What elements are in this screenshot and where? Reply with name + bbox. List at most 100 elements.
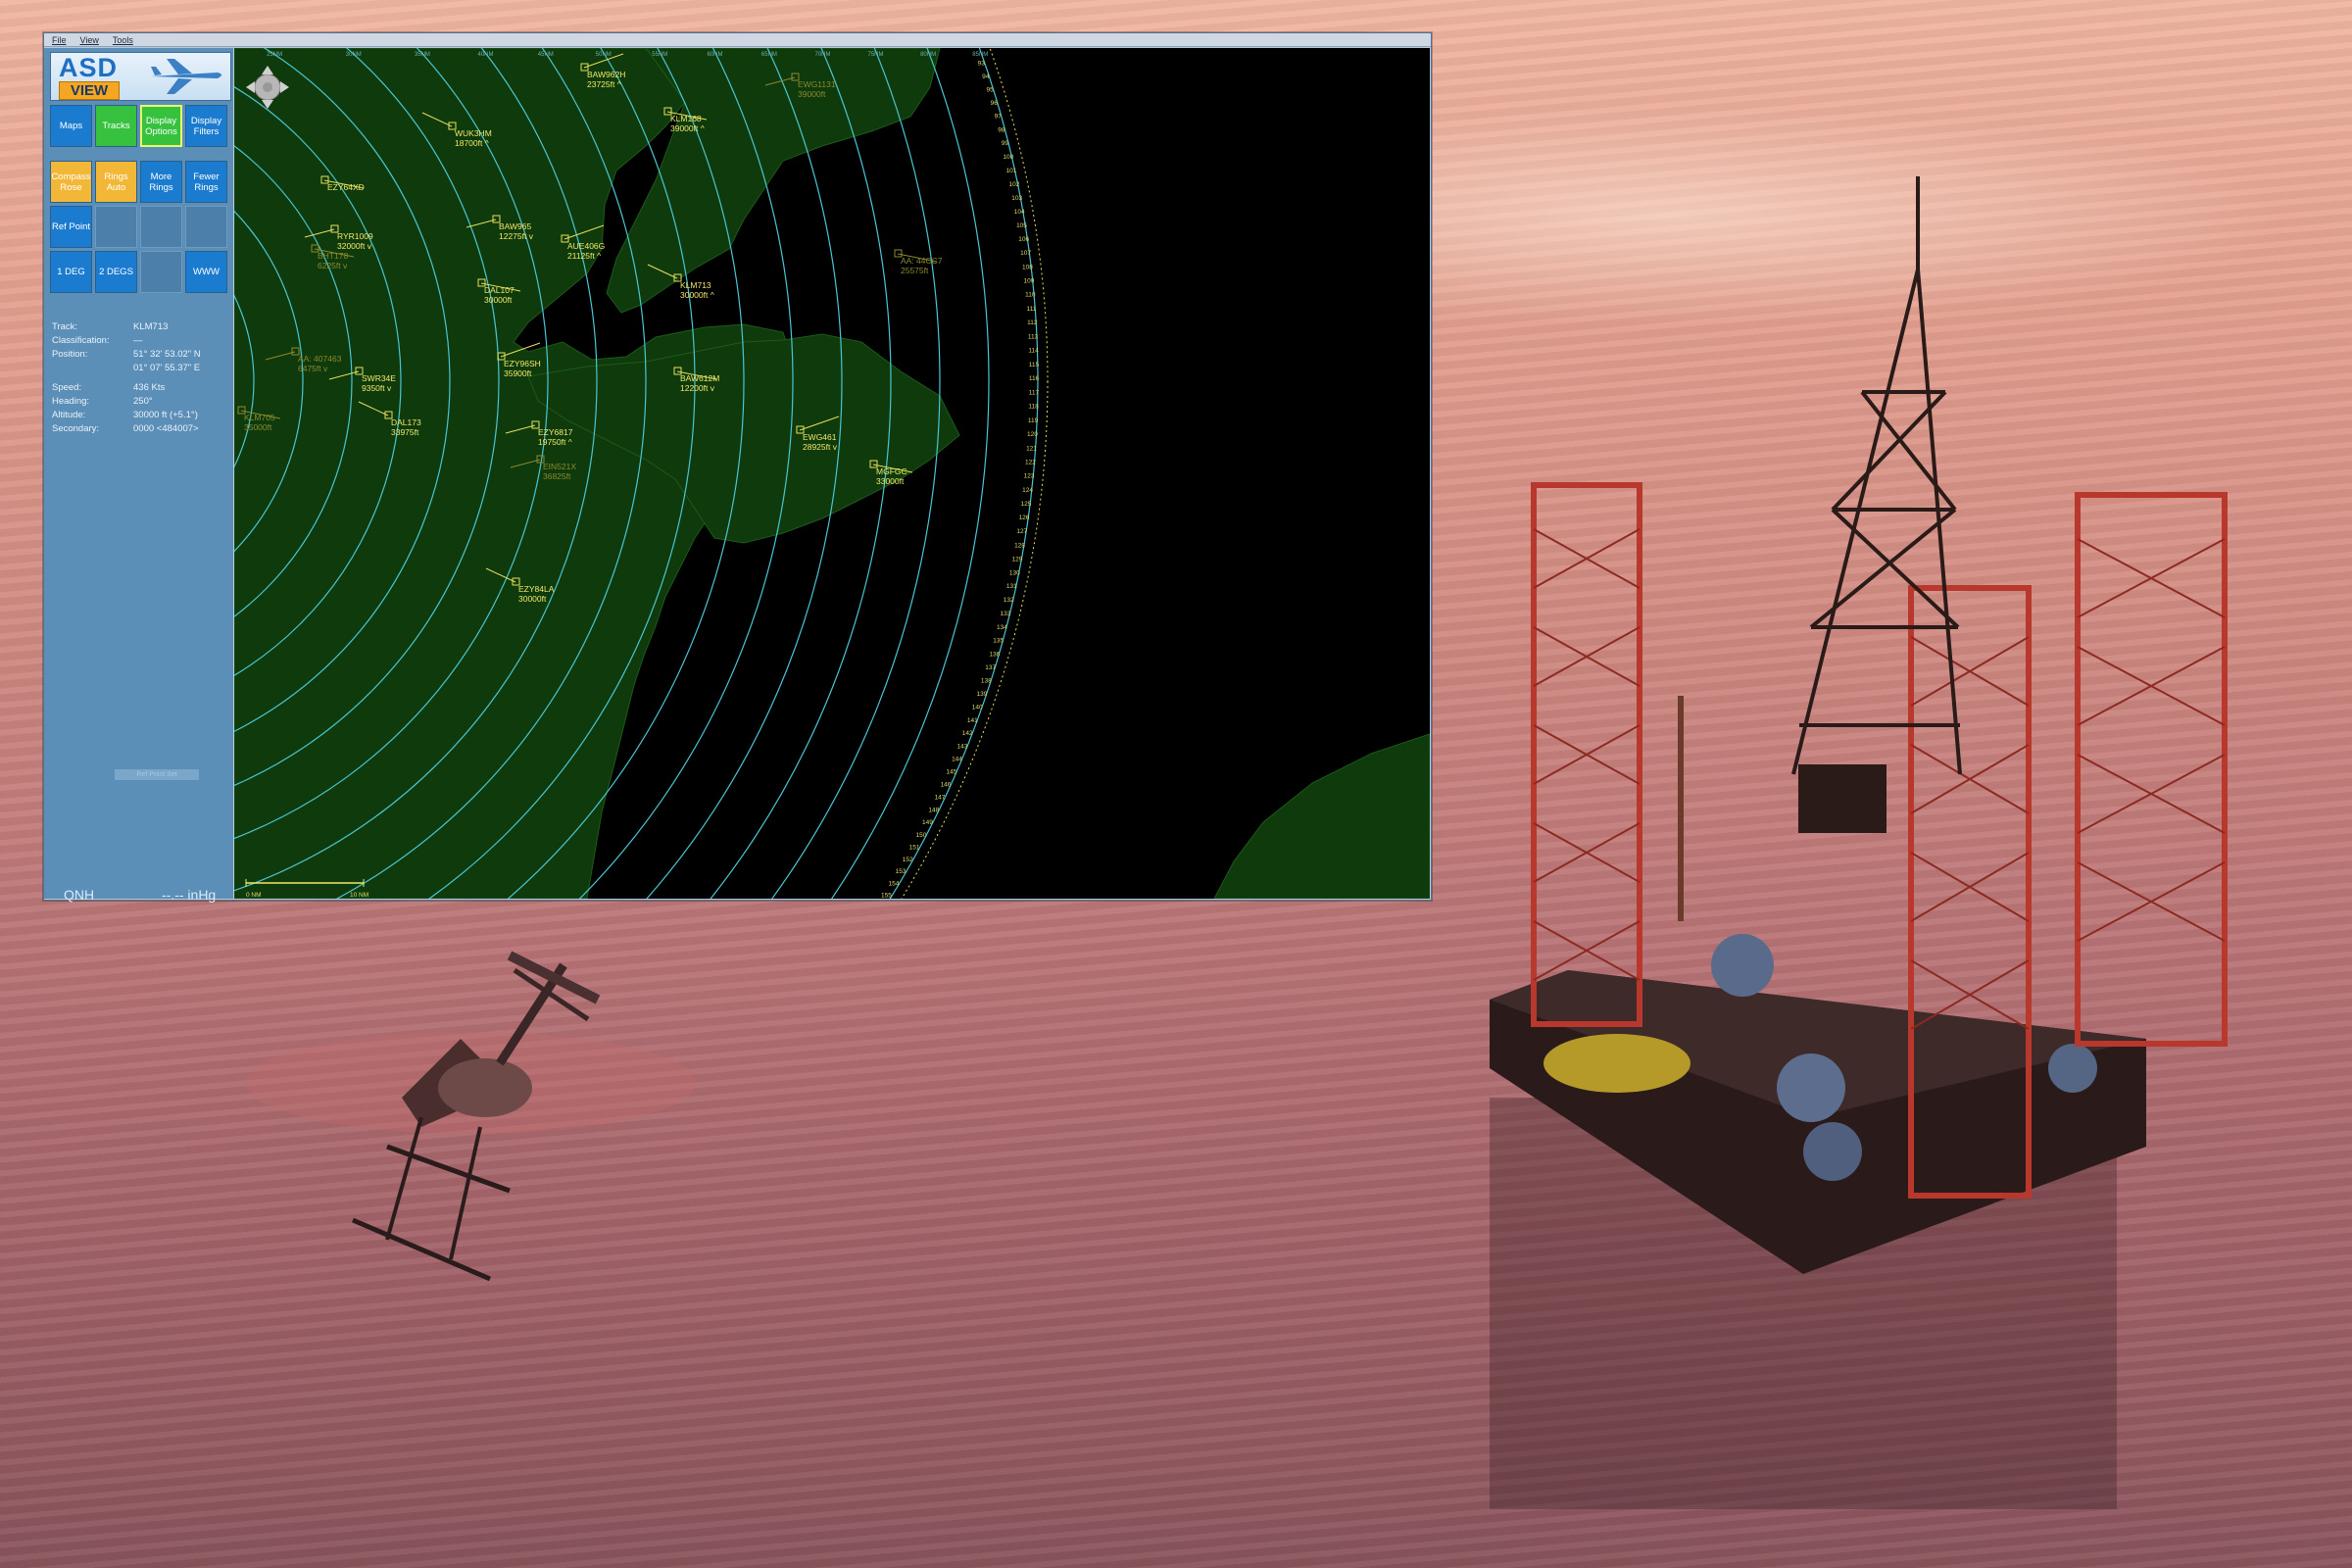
tick-number: 102 (1008, 181, 1019, 188)
track-altitude: 36825ft (543, 471, 571, 481)
airplane-icon (151, 59, 221, 94)
position-label: Position: (52, 349, 88, 360)
tick-number: 133 (1000, 611, 1010, 617)
track-altitude: 6225ft v (318, 261, 348, 270)
tick-number: 104 (1014, 209, 1025, 216)
tick-number: 120 (1027, 431, 1038, 438)
empty-button-slot (185, 206, 227, 248)
tick-number: 110 (1025, 292, 1036, 299)
scale-left-label: 0 NM (246, 892, 262, 899)
ring-label: 35NM (415, 52, 430, 58)
tick-number: 118 (1028, 404, 1039, 411)
track-callsign: AUE406G (567, 241, 605, 251)
tick-number: 114 (1028, 348, 1039, 355)
two-degrees-button[interactable]: 2 DEGS (95, 251, 137, 293)
maps-button[interactable]: Maps (50, 105, 92, 147)
tick-number: 147 (935, 795, 946, 802)
ring-label: 60NM (708, 52, 723, 58)
secondary-value: 0000 <484007> (133, 423, 199, 434)
ref-point-set-button[interactable]: Ref Point Set (115, 769, 199, 780)
track-callsign: EZY64XD (327, 182, 365, 192)
tick-number: 107 (1020, 250, 1031, 257)
logo-subtitle: VIEW (59, 81, 120, 100)
tick-number: 99 (1002, 140, 1009, 147)
altitude-label: Altitude: (52, 410, 86, 420)
tick-number: 97 (995, 114, 1003, 121)
compass-rose-button[interactable]: Compass Rose (50, 161, 92, 203)
tick-number: 148 (928, 807, 939, 813)
track-altitude: 19750ft ^ (538, 437, 572, 447)
track-callsign: EIN521X (543, 462, 576, 471)
track-callsign: MGFGC (876, 466, 907, 476)
button-row-views: Maps Tracks Display Options Display Filt… (50, 105, 234, 147)
ring-label: 70NM (815, 52, 831, 58)
aircraft-track[interactable]: AA: 44CC725575ft (894, 249, 943, 275)
tracks-button[interactable]: Tracks (95, 105, 137, 147)
radar-display[interactable]: 5NM10NM15NM20NM25NM30NM35NM40NM45NM50NM5… (234, 48, 1430, 899)
track-altitude: 39000ft ^ (670, 123, 705, 133)
classification-value: — (133, 335, 143, 346)
track-callsign: BAW612M (680, 373, 719, 383)
track-callsign: EZY6817 (538, 427, 573, 437)
track-callsign: KLM168 (670, 114, 702, 123)
rings-auto-button[interactable]: Rings Auto (95, 161, 137, 203)
tick-number: 143 (956, 743, 967, 750)
tick-number: 113 (1028, 333, 1039, 340)
tick-number: 141 (967, 717, 978, 724)
tick-number: 122 (1025, 460, 1036, 466)
track-altitude: 30000ft (484, 295, 513, 305)
track-callsign: DAL107 (484, 285, 514, 295)
ring-label: 85NM (972, 52, 988, 58)
tick-number: 124 (1022, 487, 1033, 494)
track-altitude: 32000ft v (337, 241, 372, 251)
tick-number: 101 (1006, 168, 1017, 174)
button-grid-options: Compass Rose Rings Auto More Rings Fewer… (50, 161, 234, 293)
ref-point-button[interactable]: Ref Point (50, 206, 92, 248)
track-altitude: 18700ft ^ (455, 138, 489, 148)
track-altitude: 25575ft (901, 266, 929, 275)
menu-view[interactable]: View (80, 35, 99, 45)
track-callsign: AA: 44CC7 (901, 256, 943, 266)
position-lon: 01° 07' 55.37" E (133, 363, 201, 373)
land-mass-east (1213, 733, 1430, 899)
tick-number: 109 (1023, 278, 1034, 285)
tick-number: 123 (1024, 473, 1035, 480)
www-button[interactable]: WWW (185, 251, 227, 293)
radar-map[interactable]: 5NM10NM15NM20NM25NM30NM35NM40NM45NM50NM5… (234, 48, 1430, 899)
tick-number: 152 (903, 857, 913, 863)
tick-number: 134 (997, 624, 1007, 631)
display-options-button[interactable]: Display Options (140, 105, 182, 147)
tick-number: 121 (1026, 445, 1037, 452)
display-filters-button[interactable]: Display Filters (185, 105, 227, 147)
tick-number: 112 (1027, 319, 1038, 326)
track-altitude: 23725ft ^ (587, 79, 621, 89)
track-altitude: 21125ft ^ (567, 251, 601, 261)
tick-number: 137 (985, 664, 996, 671)
more-rings-button[interactable]: More Rings (140, 161, 182, 203)
track-callsign: EWG1131 (798, 79, 836, 89)
track-callsign: EZY84LA (518, 584, 555, 594)
control-sidebar: ASD VIEW Maps Tracks Display Options Dis… (44, 48, 234, 903)
tick-number: 155 (881, 893, 892, 899)
tick-number: 105 (1016, 222, 1027, 229)
tick-number: 132 (1004, 597, 1014, 604)
track-callsign: BAW965 (499, 221, 532, 231)
tick-number: 126 (1019, 514, 1030, 521)
track-altitude: 28925ft v (803, 442, 838, 452)
fewer-rings-button[interactable]: Fewer Rings (185, 161, 227, 203)
menu-tools[interactable]: Tools (113, 35, 133, 45)
ring-label: 45NM (538, 52, 554, 58)
track-altitude: 30000ft ^ (680, 290, 714, 300)
tick-number: 131 (1006, 583, 1017, 590)
ring-label: 75NM (868, 52, 884, 58)
track-callsign: KLM705 (244, 413, 275, 422)
speed-value: 436 Kts (133, 382, 166, 393)
one-degree-button[interactable]: 1 DEG (50, 251, 92, 293)
track-callsign: DAL173 (391, 417, 421, 427)
track-altitude: 33000ft (876, 476, 905, 486)
menu-file[interactable]: File (52, 35, 67, 45)
tick-number: 142 (962, 730, 973, 737)
ring-label: 50NM (596, 52, 612, 58)
tick-number: 149 (922, 819, 933, 826)
track-callsign: AA: 407463 (298, 354, 342, 364)
